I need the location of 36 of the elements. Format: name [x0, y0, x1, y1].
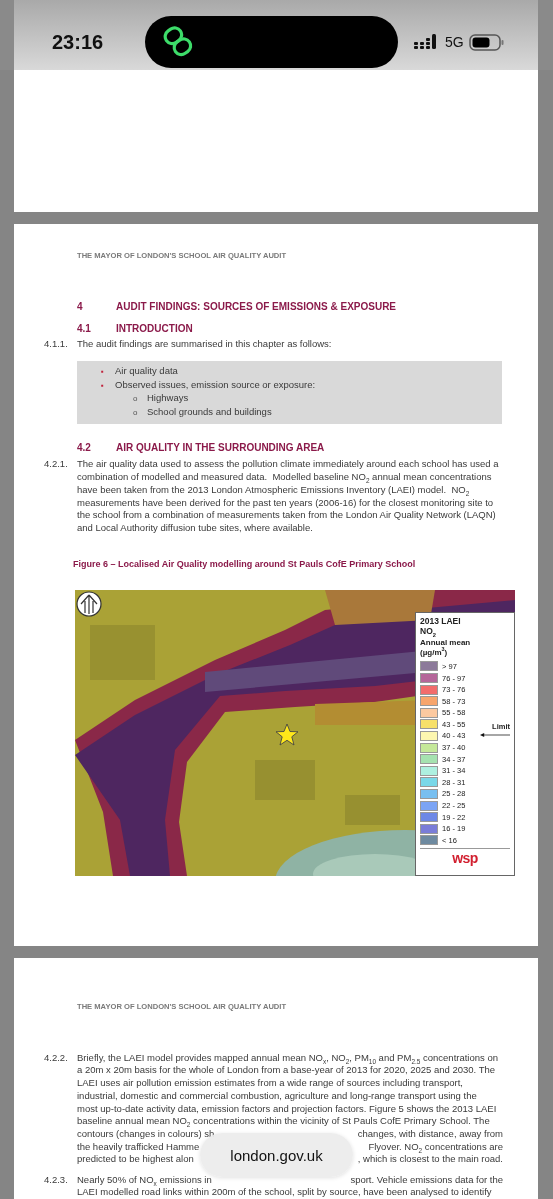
clock-time: 23:16 — [52, 30, 105, 54]
logo-text: wsp — [452, 850, 478, 867]
paragraph-number: 4.2.3. — [44, 1173, 69, 1187]
paragraph-number: 4.2.1. — [44, 458, 69, 472]
bullet-mark: o — [133, 393, 139, 406]
bullet-mark: o — [133, 407, 139, 420]
section-heading: INTRODUCTION — [116, 323, 193, 335]
list-item: Highways — [147, 392, 189, 406]
figure-caption: Figure 6 – Localised Air Quality modelling around St Pauls CofE Primary School — [73, 558, 416, 569]
star-icon — [275, 722, 299, 746]
paragraph-text: the heavily trafficked Hamme — [77, 1140, 200, 1154]
section-number: 4.1 — [77, 323, 92, 335]
paragraph-text: Flyover. NO$_{2}$ concentrations are — [368, 1140, 503, 1154]
list-item: School grounds and buildings — [147, 406, 272, 419]
battery-icon — [468, 33, 505, 51]
section-heading: AUDIT FINDINGS: SOURCES OF EMISSIONS & EXPOSURE — [116, 301, 397, 313]
list-item: Observed issues, emission source or exposure: — [115, 378, 316, 392]
paragraph-text: predicted to be highest alon — [77, 1153, 194, 1166]
network-type: 5G — [445, 34, 464, 50]
legend-title: 2013 LAEI NO$_{2}$ — [420, 615, 462, 636]
list-item: Air quality data — [115, 365, 178, 378]
paragraph-text: The audit findings are summarised in this chapter as follows: — [77, 337, 333, 351]
bullet-mark: ▪ — [101, 366, 105, 378]
legend-subtitle: Annual mean (µg/m$^{3}$) — [420, 637, 472, 658]
paragraph-number: 4.1.1. — [44, 337, 69, 351]
paragraph-text: changes, with distance, away from — [357, 1127, 503, 1141]
paragraph-text: , which is closest to the main road. — [357, 1153, 503, 1166]
bullet-mark: ▪ — [101, 379, 105, 392]
section-number: 4.2 — [77, 441, 92, 454]
paragraph-number: 4.2.2. — [44, 1051, 69, 1065]
section-number: 4 — [77, 301, 84, 313]
link-icon — [162, 26, 194, 58]
paragraph-text: sport. Vehicle emissions data for the — [350, 1173, 503, 1187]
section-heading: AIR QUALITY IN THE SURROUNDING AREA — [116, 441, 325, 454]
paragraph-text: The air quality data used to assess the pollution climate immediately around each school has used a combination of modelled and measured data. Modelled baseline NO$_{2}$ annual mean concentrations have been taken from the 2013 London Atmospheric Emissions Inventory (LAEI) model. NO$_{2}$ measurements have been derived for the past ten years (2006-16) for the closest monitoring site to the school from a combination of measurements taken from the London Air Quality Network (LAQN) and Local Authority diffusion tube sites, where available. — [77, 458, 500, 535]
paragraph-text: LAEI modelled road links within 200m of the school, split by source, have been analysed to identify — [77, 1186, 493, 1199]
